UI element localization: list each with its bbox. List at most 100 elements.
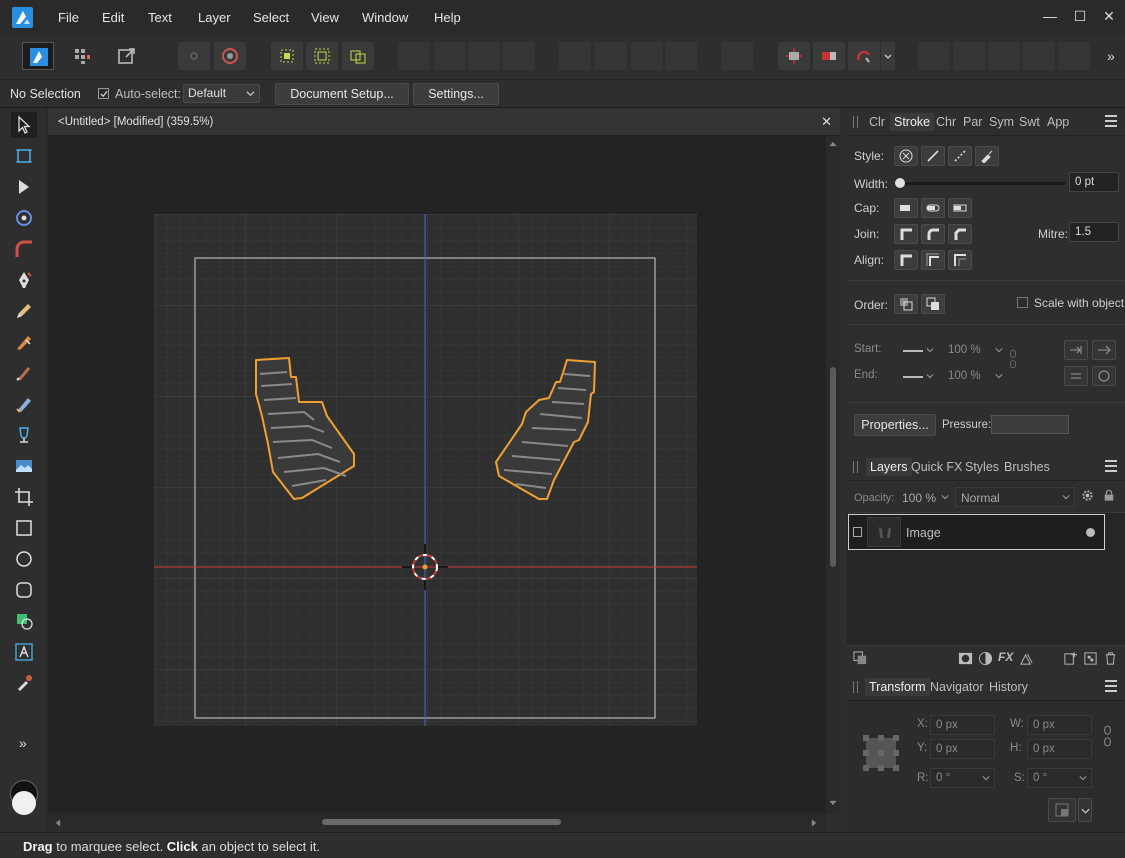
artboard-tool[interactable]	[11, 143, 37, 169]
panel-menu-icon[interactable]	[1105, 115, 1117, 127]
canvas-workspace[interactable]	[48, 136, 826, 813]
toolbar-more-button[interactable]: »	[1107, 48, 1115, 64]
link-proportions-icon[interactable]	[1103, 725, 1112, 747]
place-image-tool[interactable]	[11, 453, 37, 479]
end-arrowhead-line[interactable]	[903, 376, 923, 378]
close-document-button[interactable]: ✕	[821, 114, 832, 130]
x-input[interactable]: 0 px	[930, 715, 995, 735]
width-input[interactable]: 0 pt	[1069, 172, 1119, 192]
vertical-scrollbar[interactable]	[826, 136, 840, 813]
geometry-subtract-button[interactable]	[813, 42, 845, 70]
arrange-front-button[interactable]	[398, 42, 430, 70]
maximize-button[interactable]: ☐	[1070, 8, 1090, 25]
arrange-layers-icon[interactable]	[853, 651, 868, 666]
ellipse-tool[interactable]	[11, 546, 37, 572]
menu-select[interactable]: Select	[253, 10, 289, 25]
select-inverse-button[interactable]	[306, 42, 338, 70]
tools-more-button[interactable]: »	[19, 735, 27, 751]
opacity-value[interactable]: 100 %	[902, 491, 936, 505]
tab-navigator[interactable]: Navigator	[930, 680, 984, 694]
style-dashed-button[interactable]	[948, 146, 972, 166]
boolean-subtract-button[interactable]	[953, 42, 985, 70]
h-input[interactable]: 0 px	[1027, 739, 1092, 759]
join-round-button[interactable]	[921, 224, 945, 244]
flip-horizontal-button[interactable]	[559, 42, 591, 70]
y-input[interactable]: 0 px	[930, 739, 995, 759]
menu-help[interactable]: Help	[434, 10, 461, 25]
order-stroke-front-button[interactable]	[921, 294, 945, 314]
rotate-left-button[interactable]	[631, 42, 663, 70]
minimize-button[interactable]: —	[1040, 8, 1060, 24]
anchor-point-selector[interactable]	[861, 733, 901, 773]
chevron-down-icon[interactable]	[941, 493, 949, 501]
export-persona-button[interactable]	[111, 42, 143, 70]
artistic-text-tool[interactable]	[11, 639, 37, 665]
vertical-scroll-thumb[interactable]	[830, 367, 836, 567]
tab-swatches[interactable]: Swt	[1019, 115, 1040, 129]
move-tool[interactable]	[11, 112, 37, 138]
start-arrowhead-line[interactable]	[903, 350, 923, 352]
chevron-down-icon[interactable]	[926, 346, 934, 354]
menu-edit[interactable]: Edit	[102, 10, 124, 25]
panel-grip-icon[interactable]	[853, 681, 858, 693]
rounded-rectangle-tool[interactable]	[11, 577, 37, 603]
chevron-down-icon[interactable]	[995, 346, 1003, 354]
tab-paragraph[interactable]: Par	[963, 115, 982, 129]
rotation-input[interactable]: 0 °	[930, 768, 995, 788]
w-input[interactable]: 0 px	[1027, 715, 1092, 735]
auto-select-dropdown[interactable]: Default	[183, 84, 260, 103]
style-none-button[interactable]	[894, 146, 918, 166]
tab-stroke[interactable]: Stroke	[890, 113, 935, 131]
panel-grip-icon[interactable]	[853, 116, 858, 128]
shape-tool[interactable]	[11, 608, 37, 634]
order-stroke-behind-button[interactable]	[894, 294, 918, 314]
corner-tool[interactable]	[11, 236, 37, 262]
designer-persona-button[interactable]	[22, 42, 54, 70]
document-setup-button[interactable]: Document Setup...	[275, 83, 409, 105]
adjustment-layer-icon[interactable]	[978, 651, 993, 666]
tab-styles[interactable]: Styles	[965, 460, 999, 474]
join-bevel-button[interactable]	[948, 224, 972, 244]
gear-icon[interactable]	[1081, 489, 1094, 502]
settings-button[interactable]: Settings...	[413, 83, 499, 105]
style-texture-brush-button[interactable]	[975, 146, 999, 166]
align-outside-button[interactable]	[948, 250, 972, 270]
shear-input[interactable]: 0 °	[1027, 768, 1092, 788]
menu-text[interactable]: Text	[148, 10, 172, 25]
add-layer-icon[interactable]	[1063, 651, 1078, 666]
arrange-backward-button[interactable]	[468, 42, 500, 70]
pencil-tool[interactable]	[11, 298, 37, 324]
panel-grip-icon[interactable]	[853, 461, 858, 473]
arrange-back-button[interactable]	[503, 42, 535, 70]
scroll-right-icon[interactable]	[810, 818, 818, 828]
tab-transform[interactable]: Transform	[865, 678, 930, 696]
mitre-input[interactable]: 1.5	[1069, 222, 1119, 242]
arrowhead-reset-button[interactable]	[1092, 366, 1116, 386]
tab-color[interactable]: Clr	[869, 115, 885, 129]
fx-icon[interactable]: FX	[998, 650, 1013, 664]
swap-arrowheads-button[interactable]	[1064, 340, 1088, 360]
tab-layers[interactable]: Layers	[866, 458, 912, 476]
menu-layer[interactable]: Layer	[198, 10, 231, 25]
cap-square-button[interactable]	[948, 198, 972, 218]
menu-window[interactable]: Window	[362, 10, 408, 25]
arrowhead-swap-button[interactable]	[1064, 366, 1088, 386]
tab-history[interactable]: History	[989, 680, 1028, 694]
blend-mode-dropdown[interactable]: Normal	[955, 487, 1075, 507]
rectangle-tool[interactable]	[11, 515, 37, 541]
live-filter-icon[interactable]	[1019, 651, 1034, 666]
arrowhead-position-button[interactable]	[1092, 340, 1116, 360]
point-transform-tool[interactable]	[11, 205, 37, 231]
geometry-dropdown-chevron-down-icon[interactable]	[881, 42, 895, 70]
flip-vertical-button[interactable]	[595, 42, 627, 70]
node-tool[interactable]	[11, 174, 37, 200]
pixel-persona-button[interactable]	[66, 42, 98, 70]
snapping-settings-button[interactable]	[214, 42, 246, 70]
fill-tool[interactable]	[11, 422, 37, 448]
arrange-forward-button[interactable]	[434, 42, 466, 70]
layer-expand-icon[interactable]	[853, 527, 862, 537]
scroll-down-icon[interactable]	[828, 799, 838, 807]
chevron-down-icon[interactable]	[926, 372, 934, 380]
menu-file[interactable]: File	[58, 10, 79, 25]
lock-icon[interactable]	[1103, 489, 1115, 502]
